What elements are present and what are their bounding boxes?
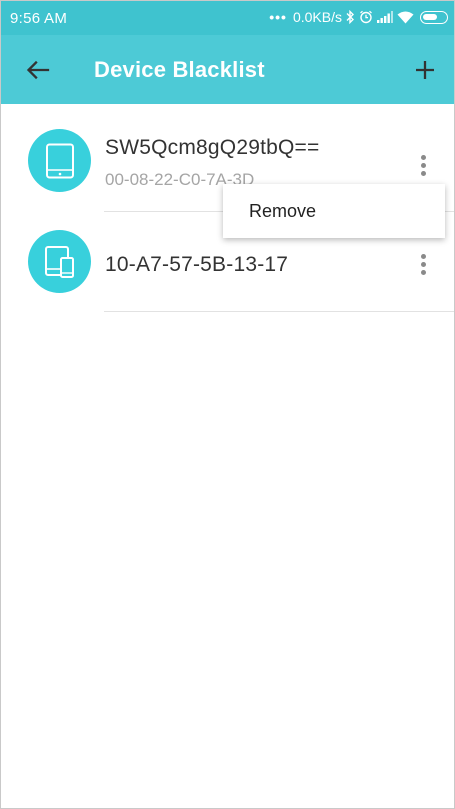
- more-vert-icon: [420, 154, 426, 160]
- popup-menu: Remove: [223, 184, 445, 238]
- net-speed: 0.0KB/s: [292, 9, 342, 25]
- device-name: 10-A7-57-5B-13-17: [105, 253, 289, 276]
- more-vert-icon: [420, 253, 426, 259]
- bluetooth-icon: [346, 10, 355, 24]
- status-time: 9:56 AM: [10, 10, 68, 27]
- device-avatar: [28, 230, 91, 293]
- battery-icon: [420, 10, 448, 24]
- device-name: SW5Qcm8gQ29tbQ==: [105, 136, 320, 159]
- add-device-button[interactable]: [408, 53, 442, 87]
- device-avatar: [28, 129, 91, 192]
- status-icons: ••• 0.0KB/s: [269, 9, 448, 25]
- back-button[interactable]: [21, 53, 55, 87]
- signal-icon: [377, 11, 393, 23]
- page-title: Device Blacklist: [94, 57, 265, 82]
- alarm-icon: [359, 10, 373, 24]
- more-options-button[interactable]: [413, 249, 433, 279]
- remove-menu-item[interactable]: Remove: [249, 201, 316, 222]
- tablet-icon: [45, 143, 74, 178]
- more-options-button[interactable]: [413, 150, 433, 180]
- arrow-left-icon: [26, 60, 50, 80]
- more-notifications-icon: •••: [269, 9, 287, 25]
- app-screen: 9:56 AM ••• 0.0KB/s Device Blacklist SW5…: [0, 0, 455, 809]
- divider: [104, 311, 454, 312]
- app-bar: Device Blacklist: [1, 35, 454, 104]
- multi-device-icon: [44, 245, 74, 278]
- plus-icon: [416, 61, 434, 79]
- status-bar: 9:56 AM ••• 0.0KB/s: [1, 1, 454, 35]
- wifi-icon: [397, 11, 414, 24]
